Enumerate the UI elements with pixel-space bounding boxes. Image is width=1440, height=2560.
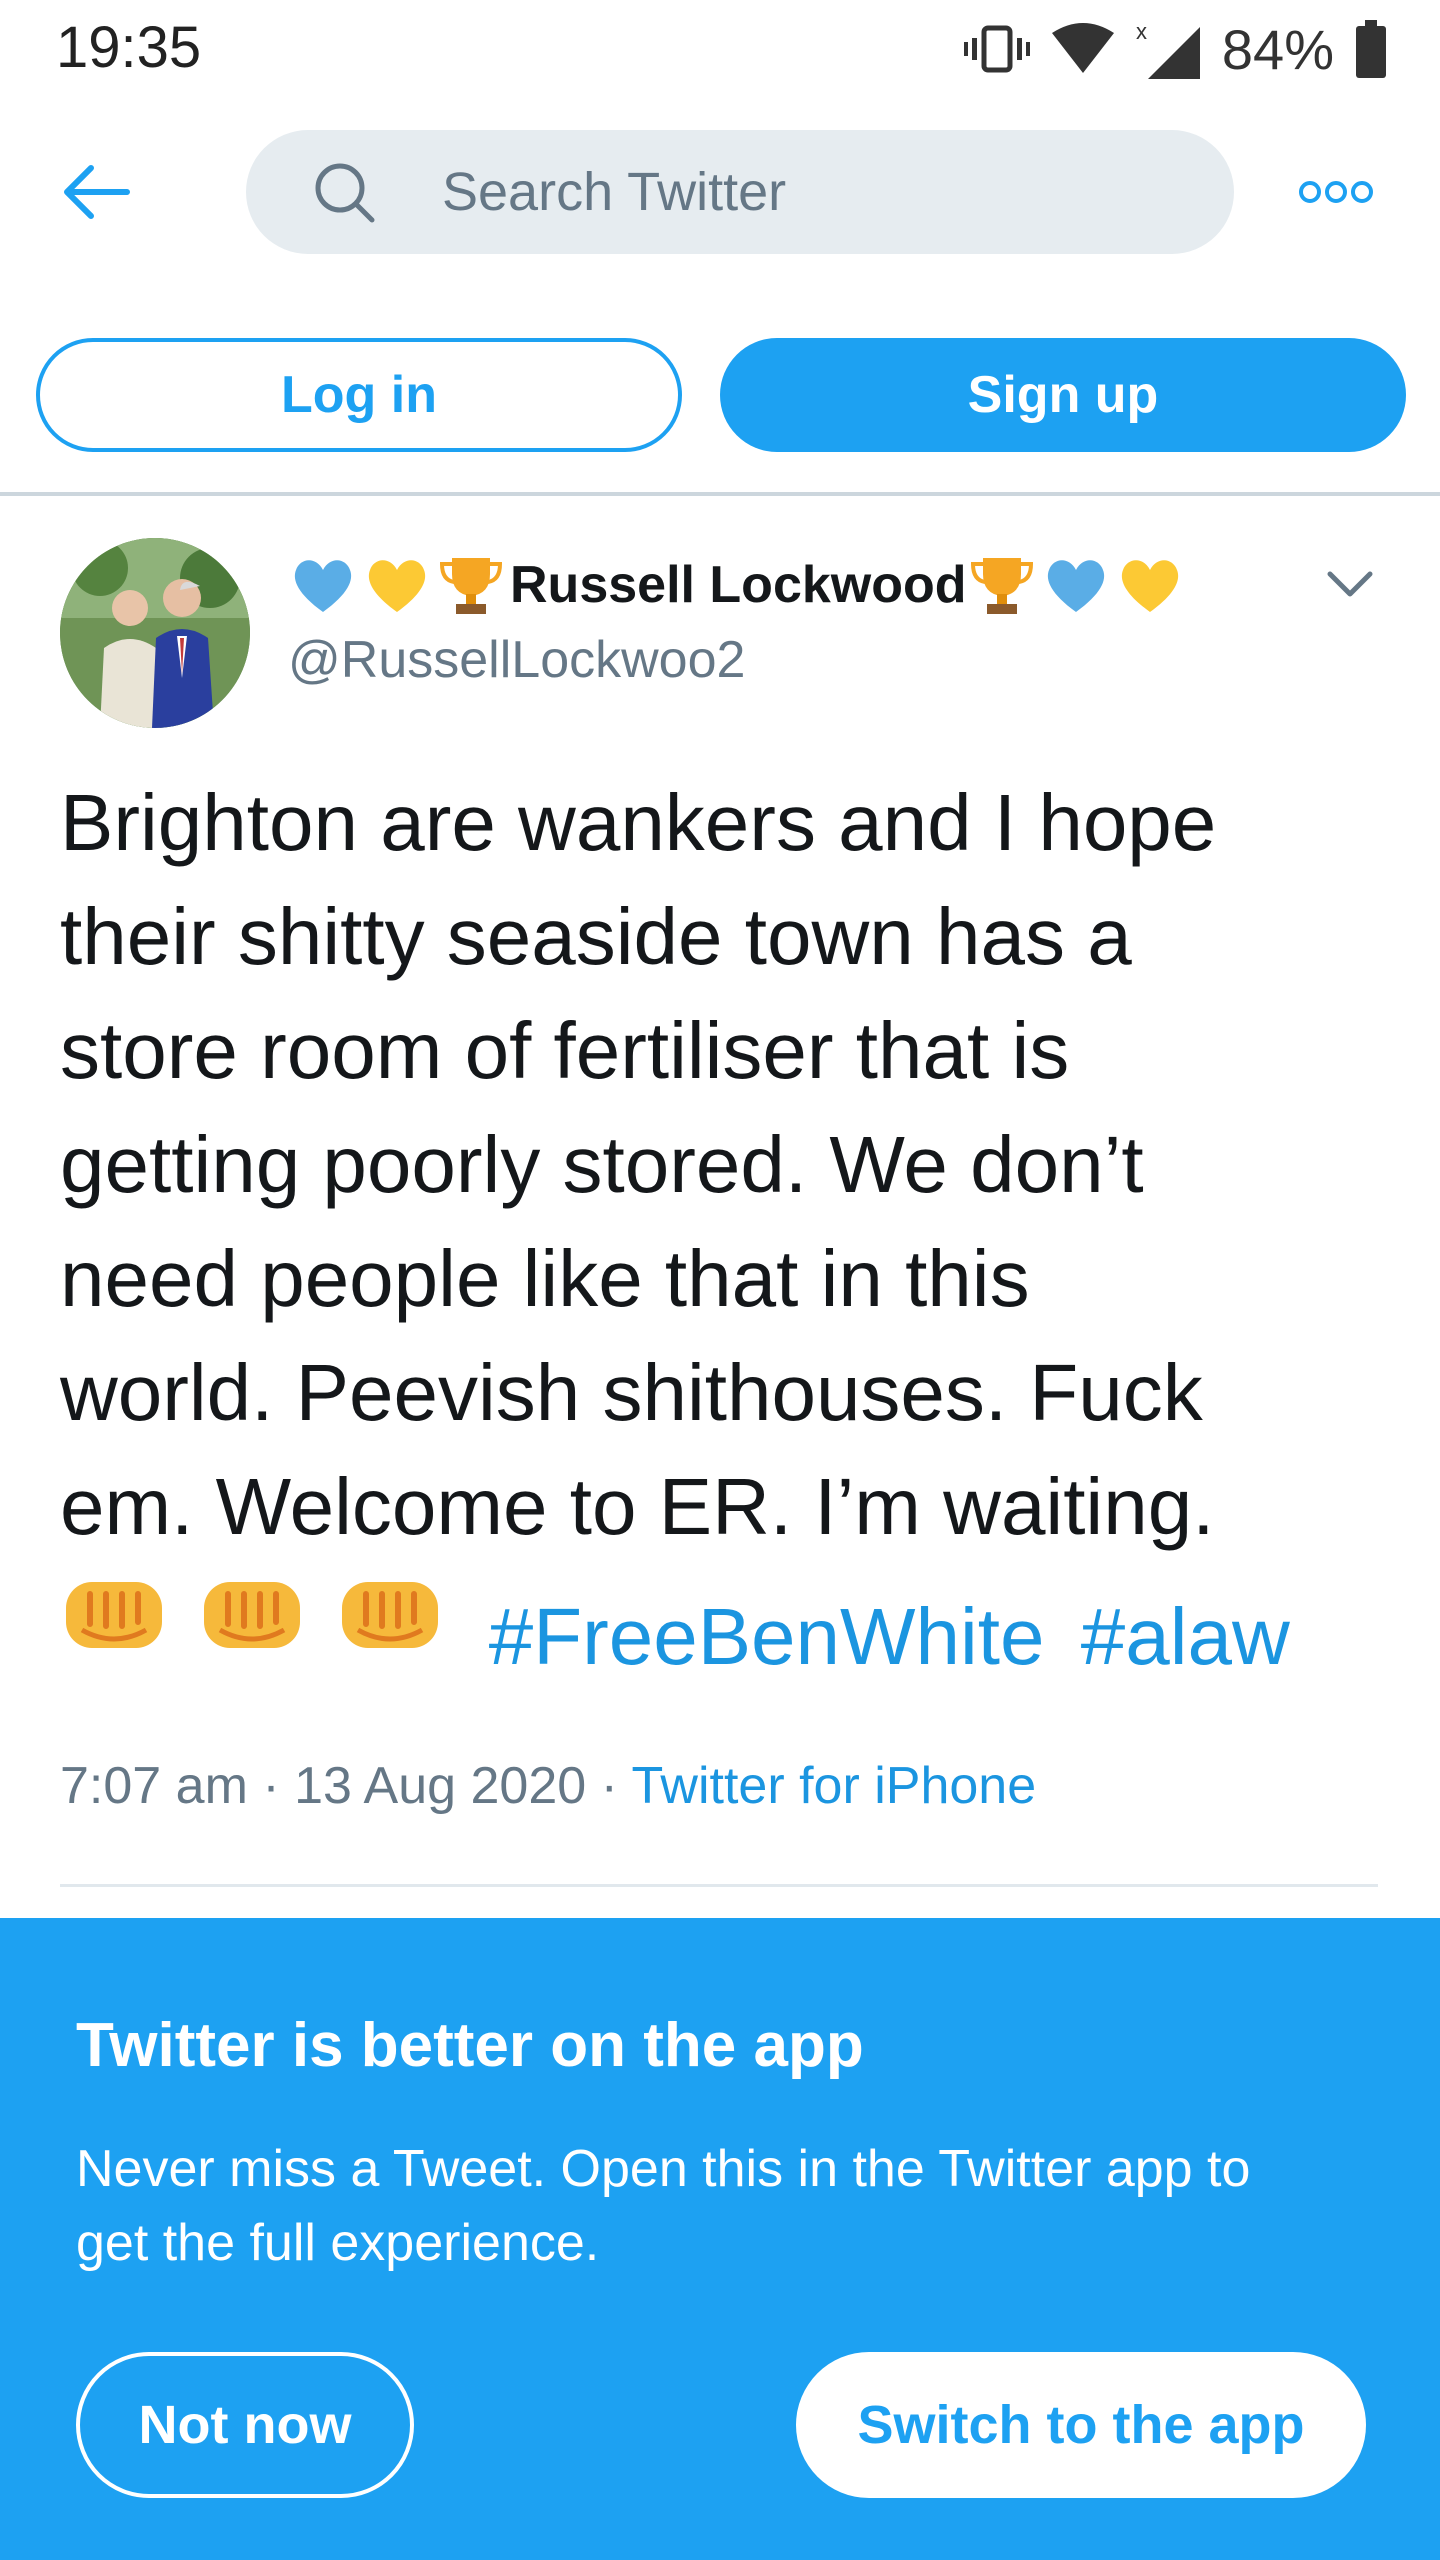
tweet-source-link[interactable]: Twitter for iPhone	[632, 1757, 1037, 1815]
header-divider	[0, 492, 1440, 496]
search-box[interactable]	[246, 130, 1234, 254]
tweet-text-line: need people like that in this	[60, 1234, 1030, 1323]
tweet-text-line: their shitty seaside town has a	[60, 892, 1132, 981]
battery-percent: 84%	[1221, 17, 1334, 81]
tweet-text-line: Brighton are wankers and I hope	[60, 778, 1217, 867]
tweet-text-line: store room of fertiliser that is	[60, 1006, 1070, 1095]
tweet-text-line: getting poorly stored. We don’t	[60, 1120, 1144, 1209]
not-now-button[interactable]: Not now	[76, 2352, 414, 2498]
status-bar: 19:35 x 84%	[0, 0, 1440, 96]
hashtag-link[interactable]: #FreeBenWhite	[489, 1592, 1045, 1681]
status-icons: x 84%	[963, 14, 1386, 84]
app-promo-banner: Twitter is better on the app Never miss …	[0, 1918, 1440, 2560]
switch-to-app-button[interactable]: Switch to the app	[796, 2352, 1366, 2498]
trophy-icon	[970, 558, 1033, 614]
fist-icon	[342, 1582, 439, 1648]
meta-separator: ·	[262, 1757, 280, 1815]
banner-title: Twitter is better on the app	[76, 2011, 864, 2080]
more-button[interactable]	[1296, 162, 1376, 222]
status-time: 19:35	[56, 15, 202, 80]
tweet-text-line: em. Welcome to ER. I’m waiting.	[60, 1462, 1215, 1551]
top-bar	[0, 96, 1440, 286]
tweet-text: Brighton are wankers and I hope their sh…	[60, 766, 1400, 1694]
author-name-text: Russell Lockwood	[510, 556, 967, 614]
tweet-text-line: world. Peevish shithouses. Fuck	[60, 1348, 1203, 1437]
chevron-down-icon[interactable]	[1320, 560, 1380, 610]
avatar-photo	[60, 538, 250, 728]
login-button[interactable]: Log in	[36, 338, 682, 452]
blue-heart-icon	[294, 560, 352, 612]
back-button[interactable]	[56, 156, 136, 228]
back-arrow-icon	[64, 165, 130, 219]
signup-button[interactable]: Sign up	[720, 338, 1406, 452]
tweet-time[interactable]: 7:07 am	[60, 1757, 248, 1815]
fist-icon	[204, 1582, 301, 1648]
more-icon	[1299, 181, 1373, 203]
avatar[interactable]	[60, 538, 250, 728]
signal-icon: x	[1136, 19, 1200, 79]
banner-body: Never miss a Tweet. Open this in the Twi…	[76, 2140, 1251, 2272]
search-input[interactable]	[442, 130, 1202, 254]
search-icon	[315, 163, 375, 223]
svg-text:x: x	[1136, 19, 1147, 44]
auth-buttons: Log in Sign up	[0, 330, 1440, 452]
fist-icon	[66, 1582, 162, 1648]
yellow-heart-icon	[368, 560, 426, 612]
tweet-date[interactable]: 13 Aug 2020	[294, 1757, 586, 1815]
yellow-heart-icon	[1121, 560, 1178, 612]
vibrate-icon	[963, 25, 1030, 73]
trophy-icon	[439, 558, 503, 614]
author-name[interactable]: Russell Lockwood	[288, 548, 1189, 622]
author-handle[interactable]: @RussellLockwoo2	[288, 630, 745, 690]
meta-separator: ·	[600, 1757, 618, 1815]
battery-icon	[1356, 20, 1386, 78]
hashtag-link[interactable]: #alaw	[1081, 1592, 1290, 1681]
tweet-meta: 7:07 am · 13 Aug 2020 · Twitter for iPho…	[60, 1756, 1036, 1816]
tweet-divider	[60, 1884, 1378, 1887]
wifi-icon	[1051, 23, 1114, 73]
tweet-hashtag-line: #FreeBenWhite #alaw	[60, 1564, 1400, 1694]
blue-heart-icon	[1047, 560, 1104, 612]
